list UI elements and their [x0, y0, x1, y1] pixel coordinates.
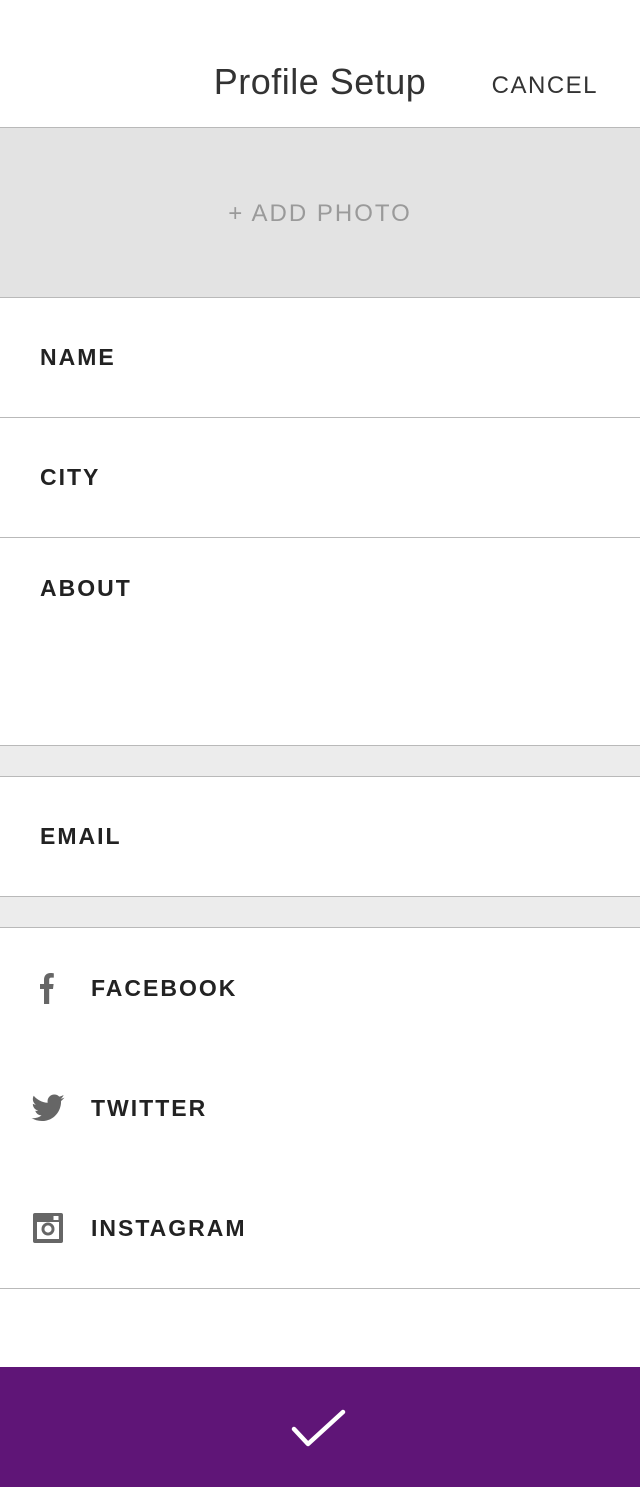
cancel-button[interactable]: CANCEL — [492, 70, 598, 102]
facebook-icon — [30, 970, 66, 1006]
instagram-label: INSTAGRAM — [91, 1215, 247, 1241]
confirm-button[interactable] — [0, 1367, 640, 1487]
add-photo-label: + ADD PHOTO — [228, 200, 412, 227]
name-field-label: NAME — [40, 344, 116, 370]
instagram-icon — [30, 1210, 66, 1246]
add-photo-area[interactable]: + ADD PHOTO — [0, 128, 640, 298]
social-row-instagram[interactable]: INSTAGRAM — [0, 1168, 640, 1289]
social-row-twitter[interactable]: TWITTER — [0, 1048, 640, 1169]
section-divider — [0, 897, 640, 928]
twitter-icon — [30, 1090, 66, 1126]
facebook-label: FACEBOOK — [91, 975, 238, 1001]
checkmark-icon — [291, 1409, 346, 1447]
top-bar: Profile Setup CANCEL — [0, 0, 640, 128]
email-field-label: EMAIL — [40, 823, 122, 849]
social-row-facebook[interactable]: FACEBOOK — [0, 928, 640, 1049]
section-divider — [0, 746, 640, 777]
city-field-label: CITY — [40, 464, 101, 490]
twitter-label: TWITTER — [91, 1095, 208, 1121]
about-field[interactable]: ABOUT — [0, 538, 640, 746]
city-field[interactable]: CITY — [0, 418, 640, 538]
name-field[interactable]: NAME — [0, 298, 640, 418]
about-field-label: ABOUT — [40, 575, 132, 601]
email-field[interactable]: EMAIL — [0, 777, 640, 897]
